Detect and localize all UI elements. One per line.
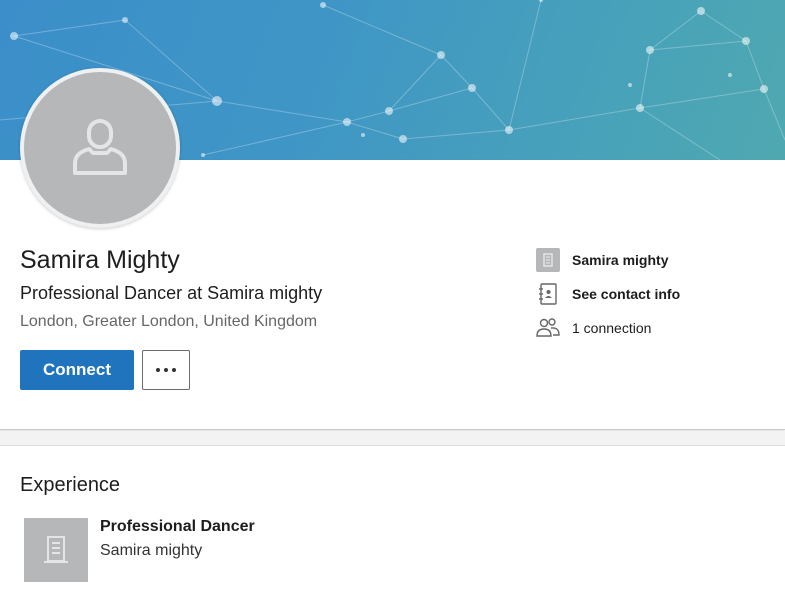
experience-company: Samira mighty (100, 542, 203, 559)
experience-heading: Experience (20, 474, 121, 496)
profile-avatar[interactable] (20, 68, 180, 228)
profile-location: London, Greater London, United Kingdom (20, 313, 318, 330)
more-icon (156, 368, 176, 372)
connections-link[interactable]: 1 connection (536, 316, 651, 340)
section-divider (0, 431, 785, 446)
building-icon (44, 536, 68, 563)
connect-button[interactable]: Connect (20, 350, 134, 390)
experience-section: Experience Professional Dancer Samira mi… (0, 446, 785, 604)
connections-count: 1 connection (572, 320, 652, 336)
company-icon (536, 248, 560, 272)
profile-name: Samira Mighty (20, 246, 180, 274)
company-logo[interactable] (24, 518, 88, 582)
profile-headline: Professional Dancer at Samira mighty (20, 283, 323, 303)
contact-info-link[interactable]: See contact info (536, 282, 680, 306)
company-name: Samira mighty (572, 252, 669, 268)
more-actions-button[interactable] (142, 350, 190, 390)
contact-info-label: See contact info (572, 286, 681, 302)
contact-book-icon (536, 282, 560, 306)
current-company-link[interactable]: Samira mighty (536, 248, 668, 272)
experience-role[interactable]: Professional Dancer (100, 518, 255, 536)
person-icon (73, 119, 127, 175)
people-icon (536, 316, 560, 340)
